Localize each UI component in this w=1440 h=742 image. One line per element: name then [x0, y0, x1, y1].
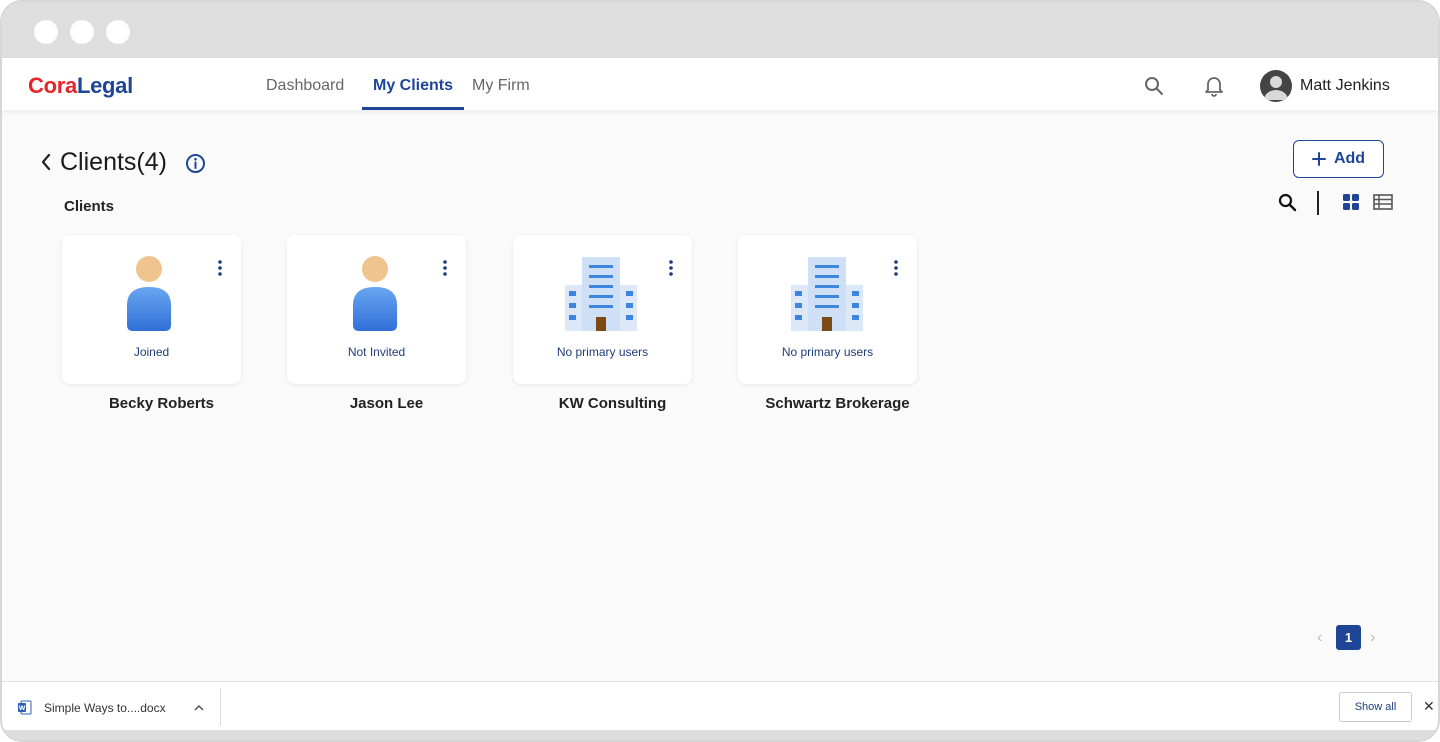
user-name[interactable]: Matt Jenkins	[1300, 77, 1390, 95]
status-badge: Not Invited	[347, 345, 406, 359]
building-icon	[791, 257, 863, 331]
more-options-icon[interactable]	[217, 260, 223, 276]
filter-search-icon[interactable]	[1276, 191, 1298, 213]
download-bar: W Simple Ways to....docx Show all ✕	[2, 681, 1438, 730]
client-name[interactable]: Jason Lee	[297, 395, 476, 412]
more-options-icon[interactable]	[668, 260, 674, 276]
svg-text:W: W	[18, 705, 25, 712]
status-badge: No primary users	[556, 345, 649, 359]
page-title: Clients(4)	[60, 148, 167, 176]
info-icon[interactable]	[184, 152, 206, 174]
top-navigation: CoraLegal Dashboard My Clients My Firm M…	[2, 58, 1438, 110]
pagination-next-button[interactable]: ›	[1370, 629, 1375, 647]
window-bottom-frame	[2, 730, 1438, 740]
window-dot-maximize[interactable]	[106, 20, 130, 44]
back-chevron-icon[interactable]	[38, 152, 54, 172]
tab-dashboard[interactable]: Dashboard	[266, 77, 344, 110]
add-client-button[interactable]: Add	[1293, 140, 1384, 178]
person-icon	[353, 256, 397, 331]
window-dot-minimize[interactable]	[70, 20, 94, 44]
client-name[interactable]: Becky Roberts	[72, 395, 251, 412]
download-file-name[interactable]: Simple Ways to....docx	[44, 701, 166, 715]
list-view-icon[interactable]	[1372, 192, 1394, 212]
bell-icon[interactable]	[1202, 74, 1226, 98]
chevron-up-icon[interactable]	[192, 700, 206, 714]
status-badge: Joined	[133, 345, 170, 359]
window-titlebar	[2, 2, 1438, 58]
tab-my-firm[interactable]: My Firm	[472, 77, 530, 110]
avatar[interactable]	[1260, 70, 1292, 102]
logo-part-legal: Legal	[76, 73, 133, 98]
status-badge: No primary users	[781, 345, 874, 359]
window-dot-close[interactable]	[34, 20, 58, 44]
app-logo[interactable]: CoraLegal	[28, 73, 133, 99]
word-doc-icon: W	[16, 699, 32, 715]
client-card-schwartz-brokerage[interactable]: No primary users	[738, 235, 917, 384]
building-icon	[565, 257, 637, 331]
client-card-kw-consulting[interactable]: No primary users	[513, 235, 692, 384]
user-icon	[1264, 76, 1288, 100]
client-card-becky-roberts[interactable]: Joined	[62, 235, 241, 384]
search-icon[interactable]	[1142, 74, 1166, 98]
show-all-button[interactable]: Show all	[1339, 692, 1412, 722]
pagination-page-1[interactable]: 1	[1336, 625, 1361, 650]
close-icon[interactable]: ✕	[1423, 698, 1435, 715]
add-button-label: Add	[1333, 150, 1366, 167]
more-options-icon[interactable]	[442, 260, 448, 276]
section-label: Clients	[64, 198, 115, 215]
browser-window: CoraLegal Dashboard My Clients My Firm M…	[0, 0, 1440, 742]
person-icon	[127, 256, 171, 331]
logo-part-cora: Cora	[28, 73, 77, 98]
toolbar-divider	[1317, 191, 1319, 215]
pagination-prev-button[interactable]: ‹	[1317, 629, 1322, 647]
plus-icon	[1311, 152, 1326, 166]
client-card-jason-lee[interactable]: Not Invited	[287, 235, 466, 384]
grid-view-icon[interactable]	[1341, 192, 1361, 212]
client-name[interactable]: Schwartz Brokerage	[748, 395, 927, 412]
tab-my-clients[interactable]: My Clients	[361, 77, 465, 110]
client-name[interactable]: KW Consulting	[523, 395, 702, 412]
more-options-icon[interactable]	[893, 260, 899, 276]
download-divider	[220, 688, 221, 726]
